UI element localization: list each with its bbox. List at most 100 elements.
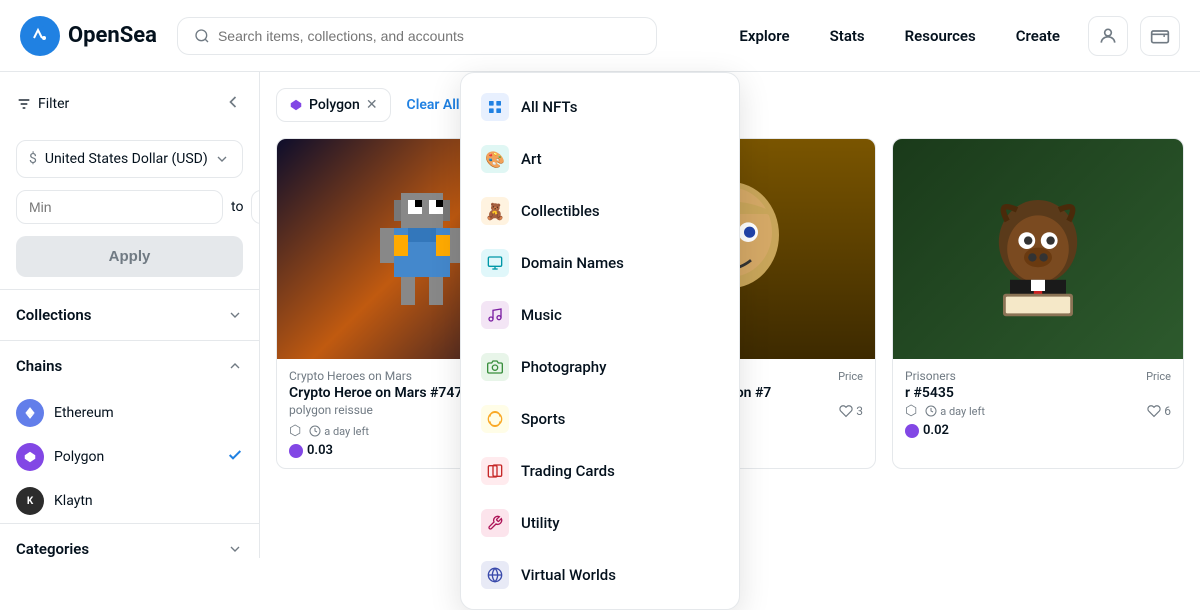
- photography-icon: [481, 353, 509, 381]
- card-3-name: r #5435: [905, 385, 1171, 401]
- price-filter: $ United States Dollar (USD) to Apply: [0, 128, 259, 290]
- card-1-time: a day left: [309, 425, 369, 438]
- header: OpenSea Explore Stats Resources Create: [0, 0, 1200, 72]
- price-min-input[interactable]: [16, 190, 223, 224]
- all-nfts-label: All NFTs: [521, 98, 578, 116]
- klaytn-icon: K: [16, 487, 44, 515]
- dropdown-music[interactable]: Music: [461, 289, 739, 341]
- sidebar-collapse-button[interactable]: [223, 92, 243, 116]
- search-bar[interactable]: [177, 17, 657, 55]
- profile-icon[interactable]: [1088, 16, 1128, 56]
- remove-polygon-filter[interactable]: ✕: [366, 97, 378, 113]
- filter-title: Filter: [38, 96, 69, 112]
- collectibles-label: Collectibles: [521, 202, 600, 220]
- collections-header[interactable]: Collections: [0, 290, 259, 340]
- nft-card-3[interactable]: Prisoners Price r #5435 ⬡ a day left: [892, 138, 1184, 469]
- card-3-share-icon[interactable]: ⬡: [905, 403, 917, 419]
- trading-cards-label: Trading Cards: [521, 462, 615, 480]
- logo-icon: [20, 16, 60, 56]
- card-1-share-icon[interactable]: ⬡: [289, 423, 301, 439]
- categories-section: Categories: [0, 524, 259, 558]
- domain-names-label: Domain Names: [521, 254, 624, 272]
- collections-section: Collections: [0, 290, 259, 341]
- card-3-time: a day left: [925, 405, 985, 418]
- card-1-actions: ⬡ a day left: [289, 423, 369, 439]
- collections-label: Collections: [16, 306, 92, 324]
- polygon-tag-icon: [289, 98, 303, 112]
- logo[interactable]: OpenSea: [20, 16, 157, 56]
- categories-label: Categories: [16, 540, 89, 558]
- categories-header[interactable]: Categories: [0, 524, 259, 558]
- sports-icon: [481, 405, 509, 433]
- search-icon: [194, 28, 210, 44]
- price-max-input[interactable]: [251, 190, 260, 224]
- dollar-icon: $: [29, 151, 37, 167]
- dropdown-collectibles[interactable]: 🧸 Collectibles: [461, 185, 739, 237]
- sidebar: Filter $ United States Dollar (USD): [0, 72, 260, 558]
- polygon-filter-tag[interactable]: Polygon ✕: [276, 88, 391, 122]
- nav-create[interactable]: Create: [1000, 19, 1076, 53]
- heart-icon: [839, 404, 853, 418]
- card-3-info: Prisoners Price r #5435 ⬡ a day left: [893, 359, 1183, 448]
- chevron-down-icon: [214, 151, 230, 167]
- apply-button[interactable]: Apply: [16, 236, 243, 277]
- sidebar-header: Filter: [0, 72, 259, 128]
- matic-icon-3: [905, 424, 919, 438]
- dropdown-all-nfts[interactable]: All NFTs: [461, 81, 739, 133]
- chains-label: Chains: [16, 357, 62, 375]
- search-input[interactable]: [218, 28, 640, 44]
- chevron-up-icon: [227, 358, 243, 374]
- dropdown-trading-cards[interactable]: Trading Cards: [461, 445, 739, 497]
- trading-cards-icon: [481, 457, 509, 485]
- card-1-price: 0.03: [307, 443, 333, 458]
- nav-explore[interactable]: Explore: [723, 19, 805, 53]
- wallet-icon[interactable]: [1140, 16, 1180, 56]
- chevron-down-icon: [227, 307, 243, 323]
- virtual-worlds-icon: [481, 561, 509, 589]
- card-3-likes: 6: [1147, 404, 1171, 418]
- ethereum-icon: [16, 399, 44, 427]
- dropdown-art[interactable]: 🎨 Art: [461, 133, 739, 185]
- photography-label: Photography: [521, 358, 607, 376]
- dropdown-virtual-worlds[interactable]: Virtual Worlds: [461, 549, 739, 601]
- chain-polygon[interactable]: Polygon: [0, 435, 259, 479]
- utility-icon: [481, 509, 509, 537]
- art-label: Art: [521, 150, 542, 168]
- chain-klaytn[interactable]: K Klaytn: [0, 479, 259, 523]
- art-icon: 🎨: [481, 145, 509, 173]
- chain-ethereum[interactable]: Ethereum: [0, 391, 259, 435]
- virtual-worlds-label: Virtual Worlds: [521, 566, 616, 584]
- card-3-footer: ⬡ a day left 6: [905, 403, 1171, 419]
- dropdown-photography[interactable]: Photography: [461, 341, 739, 393]
- chain-list: Ethereum Polygon K: [0, 391, 259, 523]
- filter-label: Filter: [16, 96, 69, 112]
- logo-text: OpenSea: [68, 23, 157, 48]
- dropdown-utility[interactable]: Utility: [461, 497, 739, 549]
- currency-label: United States Dollar (USD): [45, 151, 208, 167]
- chains-header[interactable]: Chains: [0, 341, 259, 391]
- price-range: to: [16, 190, 243, 224]
- card-2-likes: 3: [839, 404, 863, 418]
- card-3-price-row: 0.02: [905, 423, 1171, 438]
- all-nfts-icon: [481, 93, 509, 121]
- card-3-price: 0.02: [923, 423, 949, 438]
- matic-icon: [289, 444, 303, 458]
- klaytn-label: Klaytn: [54, 493, 93, 509]
- card-3-collection: Prisoners Price: [905, 369, 1171, 383]
- clock-icon: [925, 405, 937, 417]
- clock-icon: [309, 425, 321, 437]
- chevron-down-icon: [227, 541, 243, 557]
- music-icon: [481, 301, 509, 329]
- dropdown-domain-names[interactable]: Domain Names: [461, 237, 739, 289]
- polygon-label: Polygon: [54, 449, 104, 465]
- nav-stats[interactable]: Stats: [814, 19, 881, 53]
- main-nav: Explore Stats Resources Create: [723, 16, 1180, 56]
- nav-resources[interactable]: Resources: [889, 19, 992, 53]
- polygon-tag-label: Polygon: [309, 97, 360, 113]
- ethereum-label: Ethereum: [54, 405, 114, 421]
- dropdown-sports[interactable]: Sports: [461, 393, 739, 445]
- collectibles-icon: 🧸: [481, 197, 509, 225]
- clear-all-button[interactable]: Clear All: [399, 89, 468, 121]
- heart-icon: [1147, 404, 1161, 418]
- currency-select[interactable]: $ United States Dollar (USD): [16, 140, 243, 178]
